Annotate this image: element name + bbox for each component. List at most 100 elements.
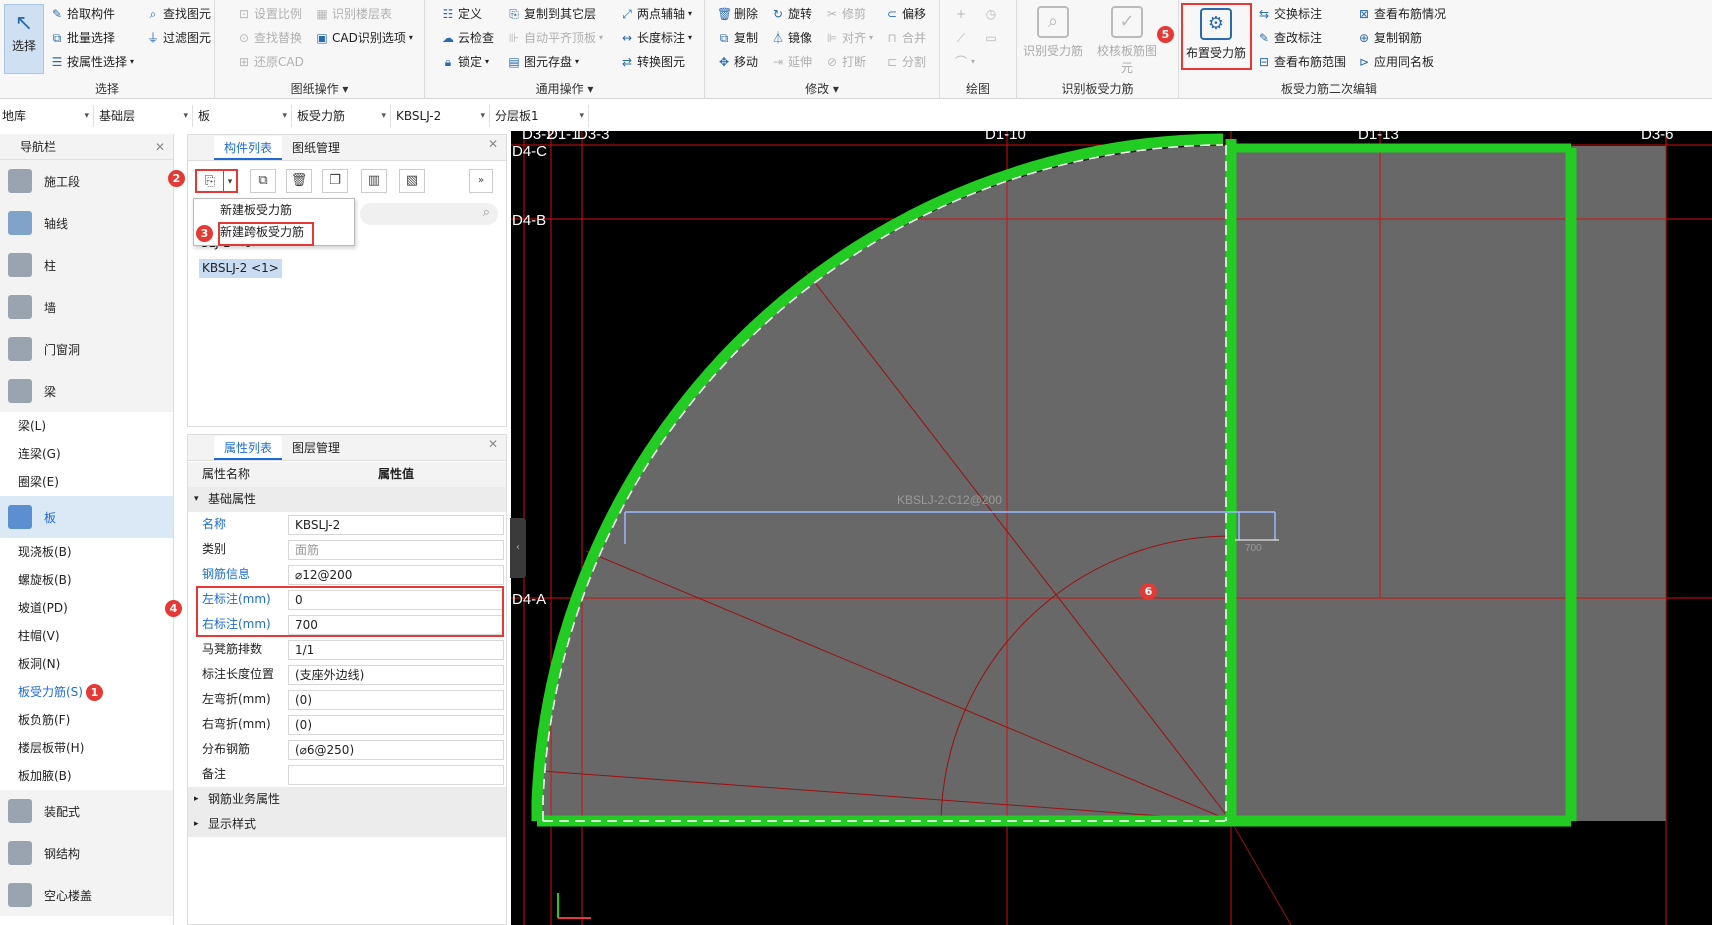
cloud-check-button[interactable]: ☁ 云检查 (441, 28, 494, 48)
auto-align-button[interactable]: ⊪ 自动平齐顶板 ▾ (507, 28, 603, 48)
prop-value-field[interactable] (288, 765, 504, 785)
nav-item-column[interactable]: 柱 (0, 244, 173, 286)
copy-button[interactable]: ⧉ 复制 (717, 28, 758, 48)
copy-to-floor-button[interactable]: ⎘ 复制到其它层 (507, 4, 596, 24)
break-button[interactable]: ⊘ 打断 (825, 52, 866, 72)
prop-value-field[interactable]: 1/1 (288, 640, 504, 660)
category-dropdown[interactable]: 板 ▾ (196, 105, 292, 127)
arc-draw-button[interactable]: ⌒ ▾ (954, 52, 975, 72)
prop-value-field[interactable]: 面筋 (288, 540, 504, 560)
nav-sub-slab-haunch[interactable]: 板加腋(B) (0, 762, 173, 790)
prop-value-field[interactable]: (0) (288, 715, 504, 735)
nav-sub-cast-slab[interactable]: 现浇板(B) (0, 538, 173, 566)
two-point-axis-button[interactable]: ⤢ 两点辅轴 ▾ (620, 4, 692, 24)
nav-item-axis[interactable]: 轴线 (0, 202, 173, 244)
prop-value-field[interactable]: ⌀12@200 (288, 565, 504, 585)
select-button[interactable]: ↖ 选择 (4, 4, 44, 74)
save-element-button[interactable]: ▤ 图元存盘 ▾ (507, 52, 579, 72)
restore-cad-button[interactable]: ⊞ 还原CAD (237, 52, 304, 72)
close-icon[interactable]: ✕ (488, 437, 498, 451)
list-item-kbslj2[interactable]: KBSLJ-2 <1> (199, 259, 282, 278)
component-dropdown[interactable]: KBSLJ-2 ▾ (394, 105, 490, 127)
menu-new-slab-rebar[interactable]: 新建板受力筋 (194, 199, 354, 221)
new-component-button[interactable]: ⎘ (195, 169, 225, 193)
layer-copy-button[interactable]: ❐ (322, 169, 348, 193)
nav-sub-ramp[interactable]: 坡道(PD) (0, 594, 173, 622)
collapse-panel-toggle[interactable]: ‹ (510, 518, 526, 578)
prop-value-field[interactable]: (0) (288, 690, 504, 710)
nav-item-hollow-floor[interactable]: 空心楼盖 (0, 874, 173, 916)
delete-component-button[interactable]: 🗑︎ (286, 169, 312, 193)
nav-sub-slab-neg-rebar[interactable]: 板负筋(F) (0, 706, 173, 734)
define-button[interactable]: ☷ 定义 (441, 4, 482, 24)
close-icon[interactable]: ✕ (155, 134, 165, 160)
identify-rebar-button[interactable]: ⌕ 识别受力筋 (1021, 4, 1085, 68)
nav-sub-coupling-beam[interactable]: 连梁(G) (0, 440, 173, 468)
batch-select-button[interactable]: ⧉ 批量选择 (50, 28, 115, 48)
extend-button[interactable]: ⇥ 延伸 (771, 52, 812, 72)
move-button[interactable]: ✥ 移动 (717, 52, 758, 72)
copy-rebar-button[interactable]: ⊕ 复制钢筋 (1357, 28, 1422, 48)
view-range-button[interactable]: ⊟ 查看布筋范围 (1257, 52, 1346, 72)
rect-draw-button[interactable]: ▭ (984, 28, 998, 48)
tab-drawing-manage[interactable]: 图纸管理 (282, 136, 350, 160)
rotate-point-button[interactable]: ◷ (984, 4, 998, 24)
prop-value-field[interactable]: (支座外边线) (288, 665, 504, 685)
check-rebar-button[interactable]: ✓ 校核板筋图元 (1095, 4, 1159, 75)
line-draw-button[interactable]: ⟋ (954, 28, 968, 48)
select-by-attr-button[interactable]: ☰ 按属性选择 ▾ (50, 52, 134, 72)
identify-floor-table-button[interactable]: ▦ 识别楼层表 (315, 4, 392, 24)
set-scale-button[interactable]: ⊡ 设置比例 (237, 4, 302, 24)
point-draw-button[interactable]: + (954, 4, 968, 24)
filter-element-button[interactable]: ⏚ 过滤图元 (146, 28, 211, 48)
align-button[interactable]: ⊫ 对齐 ▾ (825, 28, 873, 48)
nav-item-beam[interactable]: 梁 (0, 370, 173, 412)
tab-property-list[interactable]: 属性列表 (214, 436, 283, 460)
length-dim-button[interactable]: ↔ 长度标注 ▾ (620, 28, 692, 48)
mirror-button[interactable]: ⏃ 镜像 (771, 28, 812, 48)
floor-dropdown[interactable]: 基础层 ▾ (97, 105, 193, 127)
delete-button[interactable]: 🗑︎ 删除 (717, 4, 758, 24)
close-icon[interactable]: ✕ (488, 137, 498, 151)
tab-component-list[interactable]: 构件列表 (214, 136, 283, 160)
nav-sub-beam-l[interactable]: 梁(L) (0, 412, 173, 440)
find-element-button[interactable]: ⌕ 查找图元 (146, 4, 211, 24)
prop-value-field[interactable]: (⌀6@250) (288, 740, 504, 760)
tab-layer-manage[interactable]: 图层管理 (282, 436, 350, 460)
nav-item-steel[interactable]: 钢结构 (0, 832, 173, 874)
new-dropdown-arrow[interactable]: ▾ (224, 169, 238, 193)
convert-element-button[interactable]: ⇄ 转换图元 (620, 52, 685, 72)
drawing-canvas[interactable]: KBSLJ-2:C12@200 700 D3-2 D1-1 D3-3 D1-10… (511, 131, 1712, 925)
offset-button[interactable]: ⊂ 偏移 (885, 4, 926, 24)
view-rebar-status-button[interactable]: ⊠ 查看布筋情况 (1357, 4, 1446, 24)
split-button[interactable]: ⊏ 分割 (885, 52, 926, 72)
section-display-style[interactable]: ▸ 显示样式 (188, 812, 506, 837)
rotate-button[interactable]: ↻ 旋转 (771, 4, 812, 24)
find-replace-button[interactable]: ⊙ 查找替换 (237, 28, 302, 48)
nav-sub-column-cap[interactable]: 柱帽(V) (0, 622, 173, 650)
section-rebar-business[interactable]: ▸ 钢筋业务属性 (188, 787, 506, 812)
cad-options-button[interactable]: ▣ CAD识别选项 ▾ (315, 28, 413, 48)
nav-item-slab[interactable]: 板 (0, 496, 173, 538)
prop-value-field[interactable]: KBSLJ-2 (288, 515, 504, 535)
trim-button[interactable]: ✂ 修剪 (825, 4, 866, 24)
nav-sub-spiral-slab[interactable]: 螺旋板(B) (0, 566, 173, 594)
lock-button[interactable]: 🔒︎ 锁定 ▾ (441, 52, 489, 72)
search-input[interactable]: ⌕ (360, 203, 498, 225)
nav-item-prefab[interactable]: 装配式 (0, 790, 173, 832)
sort-button[interactable]: ▥ (361, 169, 387, 193)
swap-label-button[interactable]: ⇆ 交换标注 (1257, 4, 1322, 24)
edit-label-button[interactable]: ✎ 查改标注 (1257, 28, 1322, 48)
nav-item-wall[interactable]: 墙 (0, 286, 173, 328)
element-type-dropdown[interactable]: 板受力筋 ▾ (295, 105, 391, 127)
copy-component-button[interactable]: ⧉ (250, 169, 276, 193)
nav-item-construction-section[interactable]: 施工段 (0, 160, 173, 202)
apply-same-slab-button[interactable]: ⊳ 应用同名板 (1357, 52, 1434, 72)
nav-sub-ring-beam[interactable]: 圈梁(E) (0, 468, 173, 496)
section-basic[interactable]: ▾ 基础属性 (188, 487, 506, 512)
nav-sub-slab-hole[interactable]: 板洞(N) (0, 650, 173, 678)
pick-component-button[interactable]: ✎ 拾取构件 (50, 4, 115, 24)
building-dropdown[interactable]: 地库 ▾ (0, 105, 94, 127)
nav-sub-slab-strip[interactable]: 楼层板带(H) (0, 734, 173, 762)
nav-item-door-window[interactable]: 门窗洞 (0, 328, 173, 370)
